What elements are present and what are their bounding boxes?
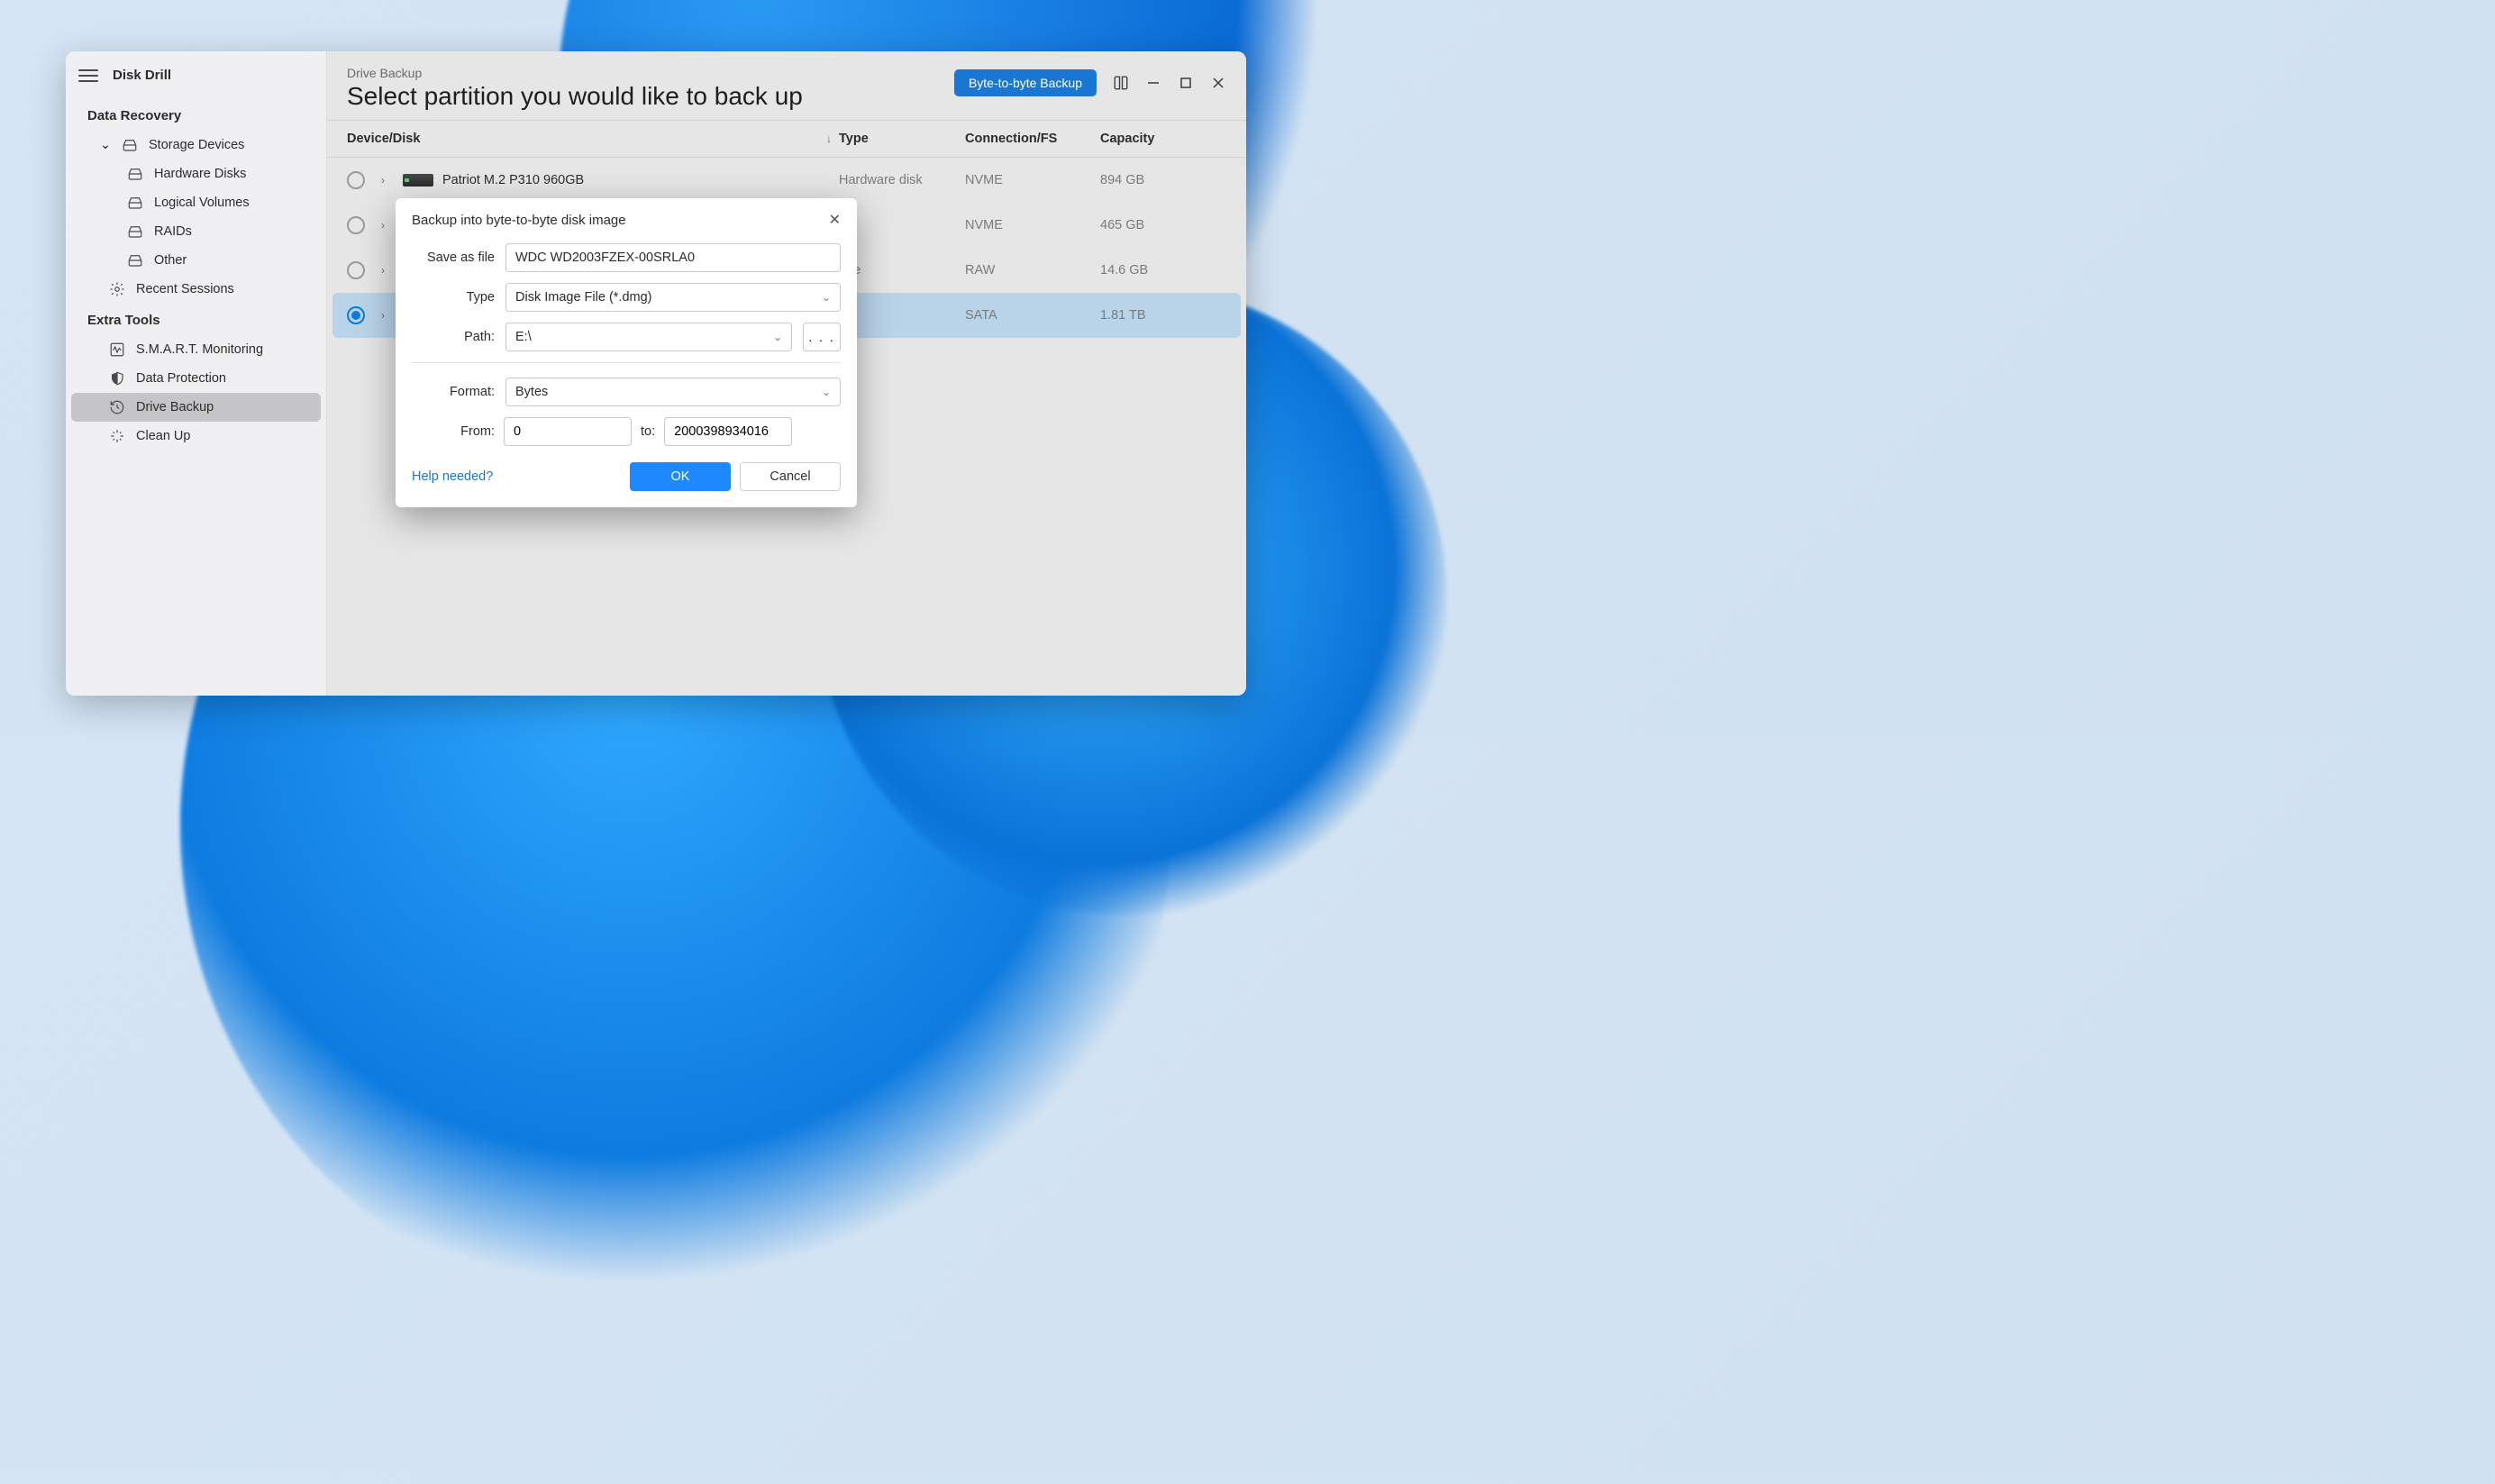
path-select[interactable]: E:\ ⌄	[505, 323, 792, 351]
disk-name: Patriot M.2 P310 960GB	[442, 173, 584, 187]
table-row[interactable]: › Patriot M.2 P310 960GB Hardware disk N…	[327, 158, 1246, 203]
sidebar-item-storage-devices[interactable]: ⌄ Storage Devices	[71, 131, 321, 159]
type-label: Type	[412, 290, 495, 305]
disk-type: Hardware disk	[839, 173, 965, 187]
from-input[interactable]	[504, 417, 632, 446]
sidebar-item-label: Data Protection	[136, 371, 226, 386]
divider	[412, 362, 841, 363]
sidebar: Disk Drill Data Recovery ⌄ Storage Devic…	[66, 51, 327, 696]
disk-type: age	[839, 263, 965, 278]
chevron-down-icon: ⌄	[100, 138, 111, 152]
to-input[interactable]	[664, 417, 792, 446]
disk-conn: NVME	[965, 218, 1100, 232]
type-select[interactable]: Disk Image File (*.dmg) ⌄	[505, 283, 841, 312]
disk-icon	[127, 225, 143, 238]
backup-dialog: Backup into byte-to-byte disk image ✕ Sa…	[396, 198, 857, 507]
ok-button[interactable]: OK	[630, 462, 731, 491]
disk-cap: 14.6 GB	[1100, 263, 1226, 278]
table-header: Device/Disk ↓ Type Connection/FS Capacit…	[327, 120, 1246, 158]
disk-cap: 894 GB	[1100, 173, 1226, 187]
sidebar-item-logical-volumes[interactable]: Logical Volumes	[71, 188, 321, 217]
disk-type: sk	[839, 218, 965, 232]
radio-button[interactable]	[347, 306, 365, 324]
sidebar-item-label: Drive Backup	[136, 400, 214, 414]
radio-button[interactable]	[347, 261, 365, 279]
col-type-label[interactable]: Type	[839, 132, 965, 146]
section-extra-tools: Extra Tools	[66, 304, 326, 335]
browse-button[interactable]: . . .	[803, 323, 841, 351]
page-title: Select partition you would like to back …	[347, 82, 954, 111]
chevron-right-icon[interactable]: ›	[381, 219, 394, 232]
sidebar-item-smart[interactable]: S.M.A.R.T. Monitoring	[71, 335, 321, 364]
drive-icon	[403, 174, 433, 187]
chevron-right-icon[interactable]: ›	[381, 174, 394, 187]
sidebar-item-label: Storage Devices	[149, 138, 244, 152]
disk-cap: 1.81 TB	[1100, 308, 1226, 323]
section-data-recovery: Data Recovery	[66, 99, 326, 131]
radio-button[interactable]	[347, 171, 365, 189]
sidebar-item-label: Logical Volumes	[154, 196, 250, 210]
disk-cap: 465 GB	[1100, 218, 1226, 232]
sidebar-item-label: S.M.A.R.T. Monitoring	[136, 342, 263, 357]
sidebar-item-data-protection[interactable]: Data Protection	[71, 364, 321, 393]
radio-button[interactable]	[347, 216, 365, 234]
sidebar-item-raids[interactable]: RAIDs	[71, 217, 321, 246]
sidebar-item-label: Recent Sessions	[136, 282, 234, 296]
dialog-title: Backup into byte-to-byte disk image	[412, 213, 626, 228]
gear-icon	[109, 283, 125, 296]
history-icon	[109, 401, 125, 414]
path-label: Path:	[412, 330, 495, 344]
chevron-down-icon: ⌄	[773, 331, 782, 343]
disk-type: sk	[839, 308, 965, 323]
cancel-button[interactable]: Cancel	[740, 462, 841, 491]
app-title: Disk Drill	[113, 68, 171, 83]
sidebar-item-label: Clean Up	[136, 429, 190, 443]
book-icon[interactable]	[1113, 75, 1129, 91]
format-label: Format:	[412, 385, 495, 399]
breadcrumb: Drive Backup	[347, 66, 954, 80]
disk-icon	[127, 168, 143, 180]
sidebar-item-label: RAIDs	[154, 224, 192, 239]
format-select[interactable]: Bytes ⌄	[505, 378, 841, 406]
chevron-right-icon[interactable]: ›	[381, 309, 394, 322]
activity-icon	[109, 343, 125, 356]
col-conn-label[interactable]: Connection/FS	[965, 132, 1100, 146]
menu-icon[interactable]	[78, 69, 98, 82]
sparkle-icon	[109, 430, 125, 442]
close-icon[interactable]: ✕	[829, 211, 841, 229]
save-as-label: Save as file	[412, 250, 495, 265]
sidebar-item-other[interactable]: Other	[71, 246, 321, 275]
help-link[interactable]: Help needed?	[412, 469, 493, 484]
col-disk-label[interactable]: Device/Disk	[347, 132, 420, 146]
sidebar-item-hardware-disks[interactable]: Hardware Disks	[71, 159, 321, 188]
byte-to-byte-backup-button[interactable]: Byte-to-byte Backup	[954, 69, 1097, 96]
disk-icon	[127, 254, 143, 267]
disk-conn: SATA	[965, 308, 1100, 323]
sidebar-item-label: Hardware Disks	[154, 167, 246, 181]
maximize-button[interactable]	[1178, 75, 1194, 91]
chevron-down-icon: ⌄	[822, 291, 831, 304]
chevron-down-icon: ⌄	[822, 386, 831, 398]
path-select-value: E:\	[515, 330, 532, 344]
sidebar-item-drive-backup[interactable]: Drive Backup	[71, 393, 321, 422]
disk-icon	[127, 196, 143, 209]
save-as-input[interactable]	[505, 243, 841, 272]
sidebar-item-clean-up[interactable]: Clean Up	[71, 422, 321, 451]
disk-conn: NVME	[965, 173, 1100, 187]
close-button[interactable]	[1210, 75, 1226, 91]
to-label: to:	[641, 424, 655, 439]
disk-icon	[122, 139, 138, 151]
format-select-value: Bytes	[515, 385, 548, 399]
sidebar-item-label: Other	[154, 253, 187, 268]
sort-arrow-icon[interactable]: ↓	[826, 132, 832, 145]
minimize-button[interactable]	[1145, 75, 1161, 91]
col-cap-label[interactable]: Capacity	[1100, 132, 1226, 146]
disk-conn: RAW	[965, 263, 1100, 278]
type-select-value: Disk Image File (*.dmg)	[515, 290, 651, 305]
chevron-right-icon[interactable]: ›	[381, 264, 394, 277]
shield-icon	[109, 372, 125, 385]
from-label: From:	[412, 424, 495, 439]
sidebar-item-recent-sessions[interactable]: Recent Sessions	[71, 275, 321, 304]
